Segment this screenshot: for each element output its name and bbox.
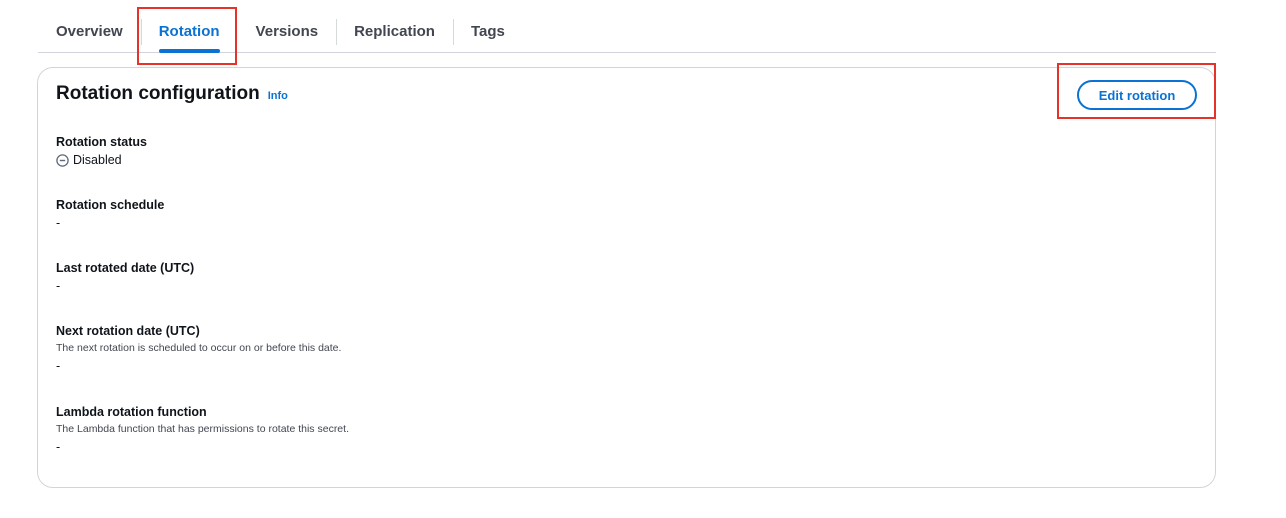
panel-title: Rotation configuration (56, 83, 260, 104)
next-rotation-date-field: Next rotation date (UTC) The next rotati… (56, 323, 341, 374)
tab-versions[interactable]: Versions (238, 10, 337, 52)
rotation-schedule-label: Rotation schedule (56, 198, 165, 212)
last-rotated-date-field: Last rotated date (UTC) - (56, 260, 194, 294)
rotation-schedule-field: Rotation schedule - (56, 197, 164, 231)
tab-tags[interactable]: Tags (452, 10, 523, 52)
rotation-schedule-value: - (56, 216, 61, 230)
lambda-rotation-function-field: Lambda rotation function The Lambda func… (56, 404, 349, 455)
tab-rotation[interactable]: Rotation (140, 10, 238, 53)
edit-rotation-button[interactable]: Edit rotation (1077, 80, 1197, 110)
lambda-rotation-function-description: The Lambda function that has permissions… (56, 423, 349, 435)
tab-overview[interactable]: Overview (38, 10, 141, 52)
next-rotation-date-description: The next rotation is scheduled to occur … (56, 342, 342, 354)
tab-replication[interactable]: Replication (336, 10, 453, 52)
lambda-rotation-function-label: Lambda rotation function (56, 405, 207, 419)
disabled-circle-icon (56, 153, 69, 167)
info-link[interactable]: Info (268, 90, 288, 102)
rotation-status-value: Disabled (56, 152, 147, 168)
lambda-rotation-function-value: - (56, 440, 61, 454)
rotation-status-text: Disabled (73, 153, 122, 167)
next-rotation-date-label: Next rotation date (UTC) (56, 324, 200, 338)
last-rotated-date-value: - (56, 279, 61, 293)
rotation-status-field: Rotation status Disabled (56, 134, 147, 168)
tab-bar: Overview Rotation Versions Replication T… (38, 10, 1216, 53)
rotation-status-label: Rotation status (56, 135, 147, 149)
rotation-configuration-panel: Rotation configuration Info Edit rotatio… (37, 67, 1216, 488)
panel-header: Rotation configuration Info (56, 83, 288, 105)
secret-details-page: Overview Rotation Versions Replication T… (0, 0, 1286, 518)
next-rotation-date-value: - (56, 359, 61, 373)
last-rotated-date-label: Last rotated date (UTC) (56, 261, 195, 275)
